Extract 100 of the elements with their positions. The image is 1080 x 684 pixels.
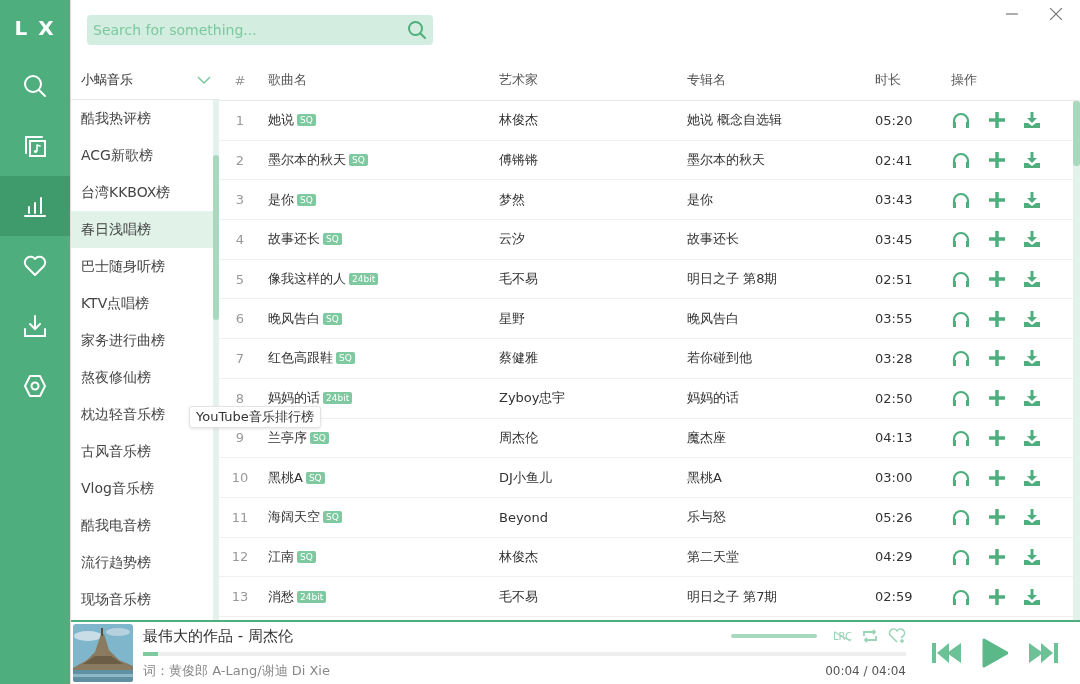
chart-list-item[interactable]: 台湾KKBOX榜 [71, 174, 213, 211]
download-icon[interactable] [1023, 309, 1041, 328]
album-cell-text: 魔杰座 [686, 428, 727, 447]
add-icon[interactable] [988, 270, 1006, 289]
column-header: 艺术家 [498, 71, 539, 89]
chevron-down-icon [197, 75, 211, 84]
next-button[interactable] [1028, 642, 1058, 664]
chart-list-item[interactable]: 巴士随身听榜 [71, 248, 213, 285]
download-icon[interactable] [1023, 547, 1041, 566]
row-number: 11 [230, 509, 250, 525]
headphones-icon[interactable] [951, 468, 971, 487]
add-icon[interactable] [988, 190, 1006, 209]
headphones-icon[interactable] [951, 230, 971, 249]
album-cell-text: 乐与怒 [686, 508, 727, 527]
headphones-icon[interactable] [951, 190, 971, 209]
chart-list-item[interactable]: 古风音乐榜 [71, 433, 213, 470]
song-title: 最伟大的作品 - 周杰伦 [143, 626, 293, 646]
add-icon[interactable] [988, 309, 1006, 328]
row-number: 7 [234, 350, 246, 366]
duration-cell-text: 03:45 [874, 231, 914, 247]
headphones-icon[interactable] [951, 309, 971, 328]
download-icon[interactable] [1023, 428, 1041, 447]
chart-list-item[interactable]: 流行趋势榜 [71, 544, 213, 581]
add-icon[interactable] [988, 468, 1006, 487]
row-number: 12 [230, 549, 250, 565]
app-logo: L X [14, 16, 56, 40]
album-cell-text: 明日之子 第8期 [686, 270, 779, 289]
headphones-icon[interactable] [951, 151, 971, 170]
download-icon[interactable] [1023, 389, 1041, 408]
duration-cell-text: 03:00 [874, 470, 914, 486]
download-icon[interactable] [1023, 111, 1041, 130]
headphones-icon[interactable] [951, 270, 971, 289]
chart-list-item[interactable]: ACG新歌榜 [71, 137, 213, 174]
quality-badge: SQ [297, 193, 316, 206]
row-number: 9 [234, 430, 246, 446]
quality-badge: SQ [336, 352, 355, 365]
close-icon[interactable] [1050, 8, 1062, 20]
previous-button[interactable] [932, 642, 962, 664]
song-title: 兰亭序 [268, 428, 307, 447]
artist-cell-text: 梦然 [498, 190, 526, 209]
headphones-icon[interactable] [951, 349, 971, 368]
add-icon[interactable] [988, 508, 1006, 527]
add-icon[interactable] [988, 428, 1006, 447]
nav-button[interactable] [0, 176, 70, 236]
chart-list-item[interactable]: 酷我热评榜 [71, 100, 213, 137]
chart-list-item[interactable]: 熬夜修仙榜 [71, 359, 213, 396]
headphones-icon[interactable] [951, 508, 971, 527]
lyric-line: 词：黄俊郎 A-Lang/谢迪 Di Xie [143, 662, 330, 680]
chart-list-item[interactable]: KTV点唱榜 [71, 285, 213, 322]
chart-list-item[interactable]: 春日浅唱榜 [71, 211, 213, 248]
chart-list-item[interactable]: 现场音乐榜 [71, 581, 213, 618]
chart-list-item[interactable]: Vlog音乐榜 [71, 470, 213, 507]
album-cell-text: 墨尔本的秋天 [686, 151, 766, 170]
quality-badge: SQ [323, 511, 342, 524]
song-title: 黑桃A [268, 468, 303, 487]
repeat-icon[interactable] [862, 629, 878, 643]
headphones-icon[interactable] [951, 389, 971, 408]
add-icon[interactable] [988, 587, 1006, 606]
album-cell-text: 若你碰到他 [686, 349, 753, 368]
download-icon[interactable] [1023, 468, 1041, 487]
download-icon[interactable] [1023, 230, 1041, 249]
duration-cell-text: 04:13 [874, 430, 914, 446]
music-note-icon [22, 133, 48, 159]
album-cell-text: 她说 概念自选辑 [686, 111, 784, 130]
artist-cell-text: DJ小鱼儿 [498, 468, 553, 487]
artist-cell-text: 林俊杰 [498, 111, 539, 130]
song-title: 红色高跟鞋 [268, 349, 333, 368]
headphones-icon[interactable] [951, 428, 971, 447]
chart-list-item[interactable]: 酷我电音榜 [71, 507, 213, 544]
add-icon[interactable] [988, 389, 1006, 408]
add-icon[interactable] [988, 151, 1006, 170]
artist-cell-text: Zyboy忠宇 [498, 389, 567, 408]
download-icon[interactable] [1023, 151, 1041, 170]
heart-icon[interactable] [888, 628, 906, 644]
download-icon[interactable] [1023, 190, 1041, 209]
download-icon[interactable] [1023, 349, 1041, 368]
headphones-icon[interactable] [951, 547, 971, 566]
search-field[interactable]: Search for something... [87, 15, 433, 45]
chart-list-item[interactable]: 家务进行曲榜 [71, 322, 213, 359]
add-icon[interactable] [988, 111, 1006, 130]
download-icon[interactable] [1023, 270, 1041, 289]
quality-badge: 24bit [349, 273, 379, 286]
headphones-icon[interactable] [951, 587, 971, 606]
scrollbar-thumb[interactable] [1073, 101, 1080, 166]
artist-cell-text: 毛不易 [498, 587, 539, 606]
row-number: 3 [234, 192, 246, 208]
download-icon[interactable] [1023, 587, 1041, 606]
row-number: 2 [234, 152, 246, 168]
add-icon[interactable] [988, 349, 1006, 368]
song-title: 妈妈的话 [268, 389, 320, 408]
volume-slider[interactable] [731, 634, 817, 638]
scrollbar-thumb[interactable] [213, 155, 219, 320]
add-icon[interactable] [988, 547, 1006, 566]
play-button[interactable] [982, 638, 1008, 668]
duration-cell-text: 02:41 [874, 152, 914, 168]
download-icon[interactable] [1023, 508, 1041, 527]
settings-icon [22, 373, 48, 399]
add-icon[interactable] [988, 230, 1006, 249]
song-title: 消愁 [268, 587, 294, 606]
headphones-icon[interactable] [951, 111, 971, 130]
